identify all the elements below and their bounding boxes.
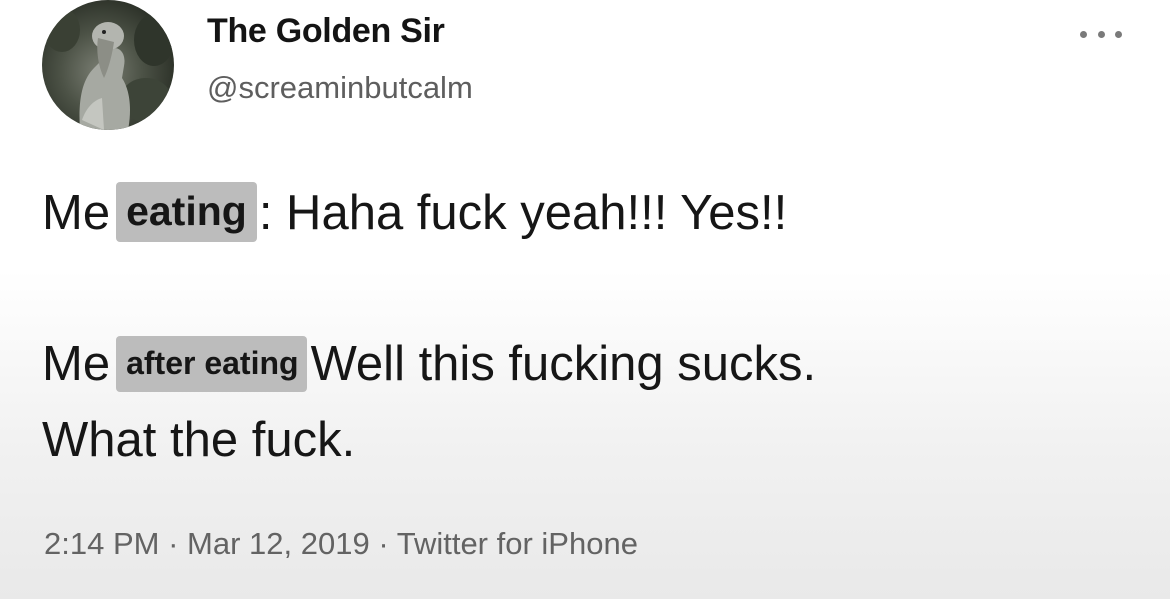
more-options-icon[interactable] xyxy=(1080,22,1122,46)
tweet-line-3: What the fuck. xyxy=(42,413,356,467)
avatar[interactable] xyxy=(42,0,174,130)
tweet-date[interactable]: Mar 12, 2019 xyxy=(187,526,370,561)
meta-separator: · xyxy=(378,526,389,561)
shoebill-bird-avatar-icon xyxy=(44,8,174,130)
user-handle[interactable]: @screaminbutcalm xyxy=(207,70,473,106)
display-name[interactable]: The Golden Sir xyxy=(207,12,445,51)
tweet-meta: 2:14 PM · Mar 12, 2019 · Twitter for iPh… xyxy=(44,526,638,562)
tweet-line-1: Me eating: Haha fuck yeah!!! Yes!! xyxy=(42,182,787,243)
line2-rest: Well this fucking sucks. xyxy=(310,337,817,391)
dot xyxy=(1097,30,1105,38)
line1-rest: : Haha fuck yeah!!! Yes!! xyxy=(258,186,788,240)
tweet-time[interactable]: 2:14 PM xyxy=(44,526,159,561)
meta-separator: · xyxy=(168,526,179,561)
line1-prefix: Me xyxy=(42,186,111,240)
dot xyxy=(1080,30,1087,38)
tweet-source: Twitter for iPhone xyxy=(396,526,638,561)
tweet-line-2: Me after eating Well this fucking sucks. xyxy=(42,334,816,394)
highlight-eating: eating xyxy=(116,182,257,242)
line2-prefix: Me xyxy=(42,337,111,391)
highlight-after-eating: after eating xyxy=(116,336,307,392)
dot xyxy=(1115,30,1122,38)
